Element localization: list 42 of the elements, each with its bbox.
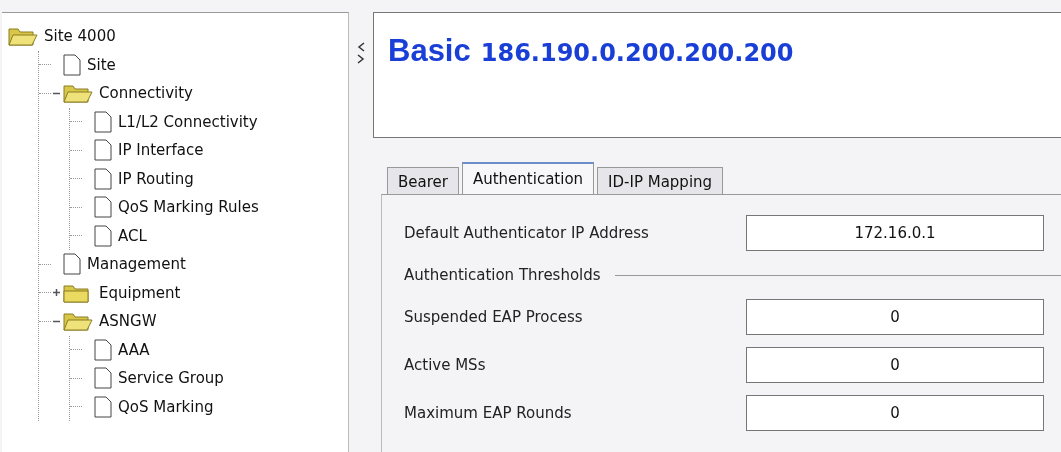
tree-item[interactable]: Site 4000 bbox=[44, 27, 116, 46]
input-field[interactable]: 0 bbox=[746, 347, 1044, 383]
tree-item[interactable]: Service Group bbox=[118, 369, 224, 388]
open-folder-icon bbox=[8, 26, 38, 47]
tree-item[interactable]: Management bbox=[87, 255, 186, 274]
input-field[interactable]: 172.16.0.1 bbox=[746, 215, 1044, 251]
open-folder-icon bbox=[63, 83, 93, 104]
document-icon bbox=[63, 53, 81, 76]
input-field[interactable]: 0 bbox=[746, 395, 1044, 431]
field-label: Suspended EAP Process bbox=[404, 308, 584, 326]
document-icon bbox=[94, 196, 112, 219]
document-icon bbox=[94, 167, 112, 190]
document-icon bbox=[94, 338, 112, 361]
document-icon bbox=[94, 139, 112, 162]
field-label: Active MSs bbox=[404, 356, 487, 374]
tree-item[interactable]: IP Routing bbox=[118, 169, 194, 188]
field-label: Default Authenticator IP Address bbox=[404, 224, 650, 242]
document-icon bbox=[94, 367, 112, 390]
page-title: Basic bbox=[388, 33, 471, 69]
document-icon bbox=[94, 395, 112, 418]
tab[interactable]: Authentication bbox=[461, 162, 595, 195]
tree-item[interactable]: Connectivity bbox=[99, 84, 193, 103]
input-field[interactable]: 0 bbox=[746, 299, 1044, 335]
tree-item[interactable]: Site bbox=[87, 55, 116, 74]
tab[interactable]: Bearer bbox=[387, 167, 459, 195]
tree-item[interactable]: ASNGW bbox=[99, 312, 157, 331]
tree-item[interactable]: QoS Marking bbox=[118, 397, 214, 416]
document-icon bbox=[63, 253, 81, 276]
tree-item[interactable]: IP Interface bbox=[118, 141, 204, 160]
ip-address: 186.190.0.200.200.200 bbox=[480, 39, 794, 67]
tree-item[interactable]: AAA bbox=[118, 340, 150, 359]
tree-item[interactable]: L1/L2 Connectivity bbox=[118, 112, 258, 131]
section-heading: Authentication Thresholds bbox=[404, 266, 601, 284]
document-icon bbox=[94, 224, 112, 247]
tree-item[interactable]: QoS Marking Rules bbox=[118, 198, 259, 217]
field-label: Maximum EAP Rounds bbox=[404, 404, 573, 422]
tab[interactable]: ID-IP Mapping bbox=[597, 167, 724, 195]
tree-item[interactable]: Equipment bbox=[99, 283, 181, 302]
tree-item[interactable]: ACL bbox=[118, 226, 147, 245]
open-folder-icon bbox=[63, 311, 93, 332]
expand-icon[interactable] bbox=[51, 287, 61, 298]
document-icon bbox=[94, 110, 112, 133]
